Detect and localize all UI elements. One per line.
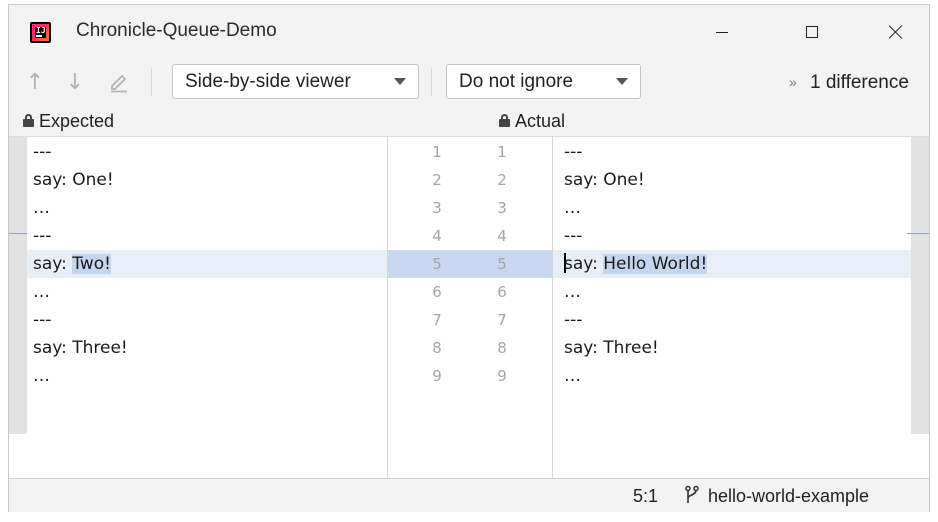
maximize-button[interactable] — [782, 5, 842, 59]
right-code-line[interactable]: --- — [564, 222, 582, 250]
left-code-line[interactable]: … — [33, 362, 50, 390]
diff-window: IJ Chronicle-Queue-Demo ↑ ↓ Side-by-side… — [8, 4, 930, 512]
left-line-number: 9 — [432, 367, 442, 385]
chevron-double-right-icon[interactable]: » — [789, 74, 797, 90]
left-code-line[interactable]: --- — [33, 222, 51, 250]
right-line-number: 4 — [497, 227, 507, 245]
right-code-line[interactable]: … — [564, 278, 581, 306]
right-code-line[interactable]: --- — [564, 306, 582, 334]
right-code-line[interactable]: --- — [564, 138, 582, 166]
status-bar: 5:1 hello-world-example — [9, 478, 929, 512]
left-line-number: 7 — [432, 311, 442, 329]
left-pane-title: Expected — [39, 110, 115, 131]
maximize-icon — [806, 26, 818, 38]
left-code-line[interactable]: say: Three! — [33, 334, 128, 362]
window-title: Chronicle-Queue-Demo — [76, 20, 277, 41]
left-line-number: 8 — [432, 339, 442, 357]
changed-text: Hello World! — [603, 254, 708, 274]
left-scrollbar-track[interactable] — [9, 137, 27, 434]
close-button[interactable] — [866, 5, 926, 59]
change-marker — [9, 233, 27, 234]
left-code-line[interactable]: … — [33, 278, 50, 306]
intellij-app-icon: IJ — [30, 22, 51, 43]
left-code-line[interactable]: say: One! — [33, 166, 114, 194]
changed-line-gutter — [388, 250, 552, 278]
right-line-number: 9 — [497, 367, 507, 385]
right-code-line[interactable]: say: Three! — [564, 334, 659, 362]
right-line-number: 2 — [497, 171, 507, 189]
left-pane-header: Expected — [23, 107, 114, 135]
unchanged-text: say: — [564, 254, 604, 274]
left-line-number: 2 — [432, 171, 442, 189]
arrow-up-icon[interactable]: ↑ — [23, 68, 47, 96]
viewer-mode-label: Side-by-side viewer — [185, 70, 351, 92]
right-line-number: 8 — [497, 339, 507, 357]
right-line-number: 5 — [497, 255, 507, 273]
right-line-number: 3 — [497, 199, 507, 217]
git-branch-icon — [685, 485, 699, 505]
change-marker — [907, 233, 929, 234]
left-line-number: 1 — [432, 143, 442, 161]
lock-icon — [23, 113, 34, 127]
right-pane-title: Actual — [515, 110, 566, 131]
left-line-number: 6 — [432, 283, 442, 301]
arrow-down-icon[interactable]: ↓ — [63, 68, 87, 96]
right-line-number: 6 — [497, 283, 507, 301]
right-pane-header: Actual — [499, 107, 565, 135]
chevron-down-icon — [394, 78, 406, 85]
pane-divider[interactable] — [552, 137, 553, 479]
right-code-line[interactable]: say: One! — [564, 166, 645, 194]
diff-editor: --- say: One! … --- say: Two! … --- say:… — [9, 136, 929, 479]
minimize-button[interactable] — [692, 5, 752, 59]
git-branch-name[interactable]: hello-world-example — [708, 486, 869, 507]
toolbar-separator — [151, 68, 152, 96]
left-code-line-changed[interactable]: say: Two! — [33, 250, 111, 278]
toolbar-separator — [431, 68, 432, 96]
left-line-number: 5 — [432, 255, 442, 273]
pencil-icon[interactable] — [107, 68, 131, 96]
left-code-line[interactable]: --- — [33, 138, 51, 166]
right-scrollbar-track[interactable] — [911, 137, 929, 434]
left-code-line[interactable]: … — [33, 194, 50, 222]
difference-count: 1 difference — [810, 72, 909, 93]
chevron-down-icon — [616, 78, 628, 85]
left-line-number: 4 — [432, 227, 442, 245]
toolbar: ↑ ↓ Side-by-side viewer Do not ignore » … — [9, 59, 929, 107]
right-line-number: 7 — [497, 311, 507, 329]
right-code-line[interactable]: … — [564, 362, 581, 390]
lock-icon — [499, 113, 510, 127]
ignore-mode-label: Do not ignore — [459, 70, 574, 92]
title-bar[interactable]: IJ Chronicle-Queue-Demo — [9, 5, 929, 59]
changed-text: Two! — [72, 254, 111, 274]
pane-divider[interactable] — [387, 137, 388, 479]
left-line-number: 3 — [432, 199, 442, 217]
close-icon — [889, 25, 903, 39]
right-code-line[interactable]: … — [564, 194, 581, 222]
right-code-line-changed[interactable]: say: Hello World! — [564, 250, 708, 278]
ignore-mode-dropdown[interactable]: Do not ignore — [446, 64, 641, 99]
caret-position[interactable]: 5:1 — [633, 486, 658, 507]
viewer-mode-dropdown[interactable]: Side-by-side viewer — [172, 64, 419, 99]
right-line-number: 1 — [497, 143, 507, 161]
left-code-line[interactable]: --- — [33, 306, 51, 334]
unchanged-text: say: — [33, 254, 73, 274]
minimize-icon — [716, 31, 728, 33]
